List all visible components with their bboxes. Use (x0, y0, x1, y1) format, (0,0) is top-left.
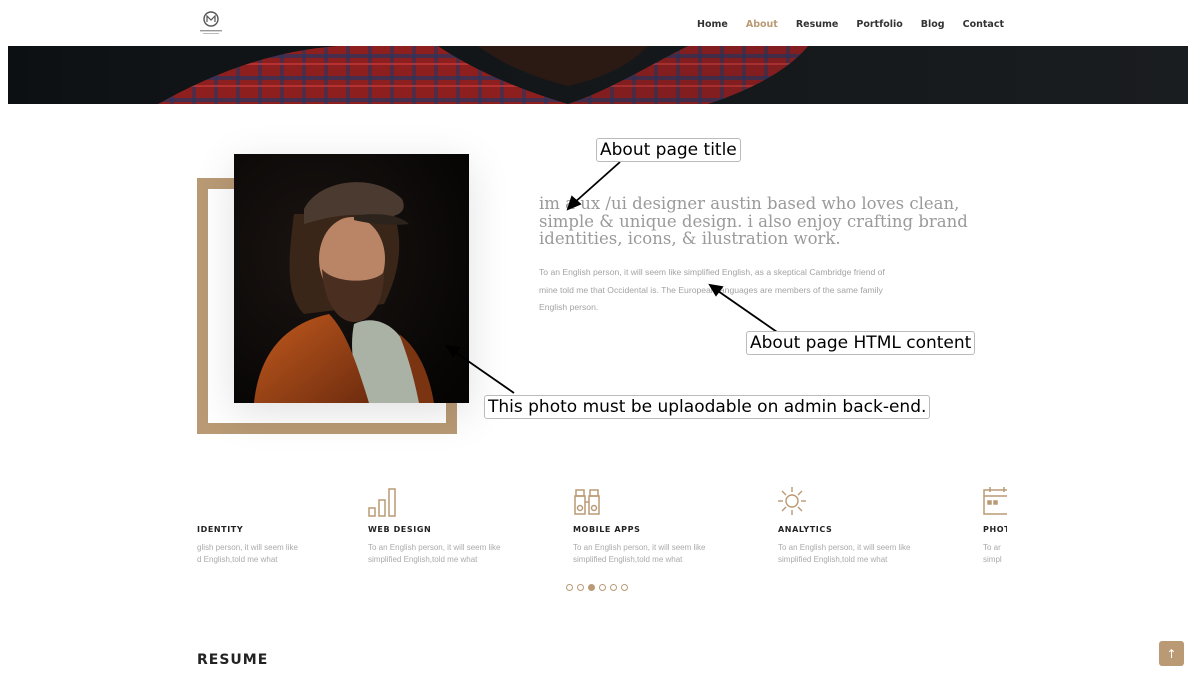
main-nav: Home About Resume Portfolio Blog Contact (697, 19, 1004, 30)
about-profile-photo (234, 154, 469, 403)
service-desc: glish person, it will seem like d English… (197, 543, 298, 564)
service-card-mobile-apps: MOBILE APPS To an English person, it wil… (573, 484, 753, 566)
service-desc: To ar simpl (983, 543, 1002, 564)
top-navbar: Home About Resume Portfolio Blog Contact (0, 0, 1188, 46)
nav-home[interactable]: Home (697, 19, 728, 30)
bar-chart-icon (368, 484, 548, 520)
service-card-identity: IDENTITY glish person, it will seem like… (197, 484, 377, 566)
nav-resume[interactable]: Resume (796, 19, 839, 30)
service-desc: To an English person, it will seem like s… (368, 543, 501, 564)
calendar-icon (983, 484, 1007, 520)
service-desc: To an English person, it will seem like s… (573, 543, 706, 564)
carousel-pagination (566, 584, 628, 591)
service-title: MOBILE APPS (573, 525, 641, 534)
carousel-dot[interactable] (577, 584, 584, 591)
service-title: IDENTITY (197, 525, 244, 534)
nav-contact[interactable]: Contact (963, 19, 1004, 30)
service-desc: To an English person, it will seem like s… (778, 543, 911, 564)
nav-portfolio[interactable]: Portfolio (856, 19, 902, 30)
carousel-dot[interactable] (599, 584, 606, 591)
site-logo[interactable] (197, 10, 225, 36)
service-card-photography: PHOT To arsimpl (983, 484, 1007, 566)
service-title: PHOT (983, 525, 1007, 534)
arrow-up-icon: ↑ (1166, 646, 1177, 661)
annotation-title-callout: About page title (596, 138, 741, 162)
carousel-dot[interactable] (566, 584, 573, 591)
about-title: im a ux /ui designer austin based who lo… (539, 194, 968, 248)
services-carousel: IDENTITY glish person, it will seem like… (197, 484, 1007, 574)
service-card-web-design: WEB DESIGN To an English person, it will… (368, 484, 548, 566)
carousel-dot[interactable] (610, 584, 617, 591)
service-card-analytics: ANALYTICS To an English person, it will … (778, 484, 958, 566)
about-content: To an English person, it will seem like … (539, 267, 885, 312)
binoculars-icon (573, 484, 753, 520)
annotation-photo-callout: This photo must be uplaodable on admin b… (484, 395, 931, 419)
sun-icon (778, 484, 958, 520)
annotation-content-callout: About page HTML content (746, 331, 976, 355)
hero-banner-image (8, 46, 1188, 104)
service-title: WEB DESIGN (368, 525, 432, 534)
carousel-dot[interactable] (621, 584, 628, 591)
nav-about[interactable]: About (746, 19, 778, 30)
scroll-to-top-button[interactable]: ↑ (1159, 641, 1184, 666)
identity-icon (197, 484, 377, 520)
nav-blog[interactable]: Blog (921, 19, 945, 30)
service-title: ANALYTICS (778, 525, 833, 534)
resume-heading: RESUME (197, 652, 269, 668)
carousel-dot-active[interactable] (588, 584, 595, 591)
